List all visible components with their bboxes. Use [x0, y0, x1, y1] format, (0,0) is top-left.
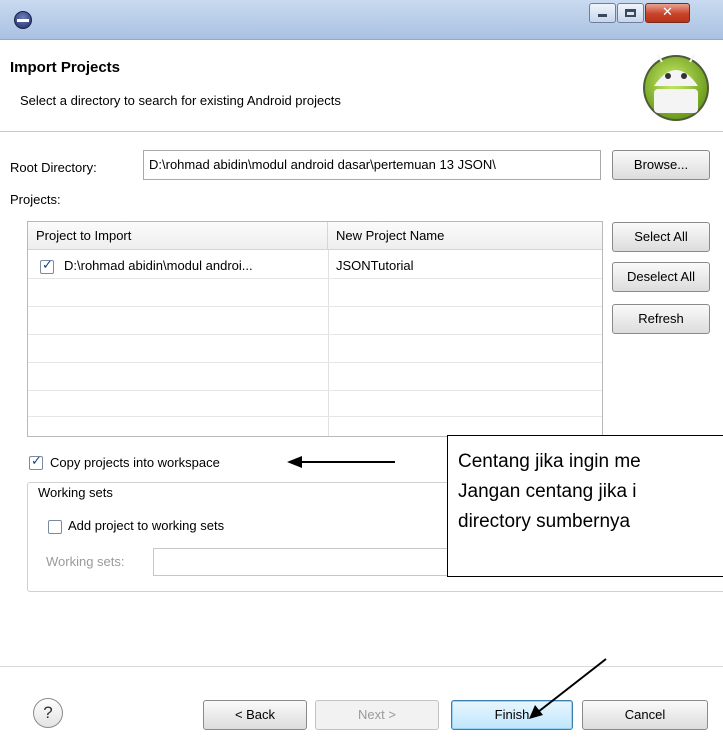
project-row-checkbox[interactable] — [40, 258, 54, 274]
close-button[interactable]: ✕ — [645, 3, 690, 23]
row-divider — [28, 334, 602, 335]
help-button[interactable]: ? — [33, 698, 63, 728]
annotation-line: Centang jika ingin me — [458, 451, 641, 472]
column-header-project-to-import[interactable]: Project to Import — [28, 222, 328, 250]
copy-into-workspace-label[interactable]: Copy projects into workspace — [50, 455, 220, 470]
maximize-button[interactable] — [617, 3, 644, 23]
page-title: Import Projects — [10, 59, 121, 76]
table-header: Project to Import New Project Name — [28, 222, 602, 250]
select-all-button[interactable]: Select All — [612, 222, 710, 252]
arrow-to-copy-checkbox — [287, 456, 395, 468]
row-divider — [28, 306, 602, 307]
cancel-button[interactable]: Cancel — [582, 700, 708, 730]
column-header-new-project-name[interactable]: New Project Name — [328, 222, 602, 250]
page-description: Select a directory to search for existin… — [20, 93, 341, 108]
android-logo — [643, 54, 709, 121]
row-divider — [28, 416, 602, 417]
annotation-line: Jangan centang jika i — [458, 481, 637, 502]
deselect-all-button[interactable]: Deselect All — [612, 262, 710, 292]
next-button[interactable]: Next > — [315, 700, 439, 730]
wizard-header — [0, 41, 723, 132]
footer-separator — [0, 666, 723, 667]
project-path-cell[interactable]: D:\rohmad abidin\modul androi... — [64, 254, 324, 280]
projects-table[interactable]: Project to Import New Project Name D:\ro… — [27, 221, 603, 437]
refresh-button[interactable]: Refresh — [612, 304, 710, 334]
row-divider — [28, 390, 602, 391]
annotation-line: directory sumbernya — [458, 511, 631, 532]
annotation-callout: Centang jika ingin me Jangan centang jik… — [447, 435, 723, 577]
back-button[interactable]: < Back — [203, 700, 307, 730]
add-to-working-sets-label[interactable]: Add project to working sets — [68, 518, 224, 533]
eclipse-icon — [14, 11, 32, 29]
working-sets-label: Working sets: — [46, 554, 125, 569]
browse-button[interactable]: Browse... — [612, 150, 710, 180]
add-to-working-sets-checkbox[interactable] — [48, 520, 62, 534]
projects-label: Projects: — [10, 192, 61, 207]
root-directory-label: Root Directory: — [10, 160, 97, 175]
row-divider — [28, 362, 602, 363]
working-sets-group-title: Working sets — [38, 485, 113, 500]
copy-into-workspace-checkbox[interactable] — [29, 454, 43, 470]
finish-button[interactable]: Finish — [451, 700, 573, 730]
root-directory-input[interactable]: D:\rohmad abidin\modul android dasar\per… — [143, 150, 601, 180]
new-project-name-cell[interactable]: JSONTutorial — [336, 254, 596, 280]
minimize-button[interactable] — [589, 3, 616, 23]
